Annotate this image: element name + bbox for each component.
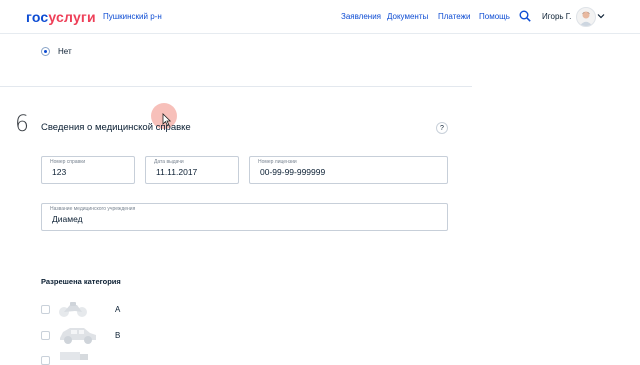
category-a-checkbox[interactable] [41, 305, 50, 314]
section-divider [0, 86, 472, 87]
certificate-number-label: Номер справки [50, 159, 86, 165]
mouse-cursor-icon [162, 113, 171, 126]
nav-documents[interactable]: Документы [387, 12, 428, 21]
issue-date-value: 11.11.2017 [156, 167, 198, 177]
issue-date-label: Дата выдачи [154, 159, 184, 165]
category-c-checkbox[interactable] [41, 356, 50, 365]
search-icon[interactable] [519, 10, 531, 22]
certificate-number-value: 123 [52, 167, 67, 177]
license-number-field[interactable]: Номер лицензии 00-99-99-999999 [249, 156, 448, 184]
issue-date-field[interactable]: Дата выдачи 11.11.2017 [145, 156, 239, 184]
avatar[interactable] [576, 7, 596, 27]
category-b-label: B [115, 331, 121, 340]
truck-icon [60, 352, 88, 360]
logo-part-uslugi: услуги [48, 9, 96, 25]
certificate-number-field[interactable]: Номер справки 123 [41, 156, 135, 184]
user-name[interactable]: Игорь Г. [542, 12, 571, 21]
nav-payments[interactable]: Платежи [438, 12, 470, 21]
category-b-checkbox[interactable] [41, 331, 50, 340]
category-title: Разрешена категория [41, 277, 121, 286]
institution-label: Название медицинского учреждения [50, 206, 136, 212]
category-a-label: A [115, 305, 121, 314]
nav-help[interactable]: Помощь [479, 12, 510, 21]
license-number-label: Номер лицензии [258, 159, 297, 165]
institution-value: Диамед [52, 214, 83, 224]
region-selector[interactable]: Пушкинский р-н [103, 12, 162, 21]
radio-no-label: Нет [58, 47, 72, 56]
chevron-down-icon[interactable] [597, 13, 605, 19]
top-header: госуслуги Пушкинский р-н Заявления Докум… [0, 0, 640, 34]
section-number: 6 [15, 112, 29, 137]
gosuslugi-logo[interactable]: госуслуги [26, 9, 96, 25]
user-avatar-icon [579, 11, 593, 26]
institution-field[interactable]: Название медицинского учреждения Диамед [41, 203, 448, 231]
license-number-value: 00-99-99-999999 [260, 167, 326, 177]
nav-applications[interactable]: Заявления [341, 12, 381, 21]
help-button[interactable]: ? [436, 122, 448, 134]
radio-no[interactable] [41, 47, 50, 56]
motorcycle-icon [59, 302, 87, 317]
logo-part-gos: гос [26, 9, 49, 25]
car-icon [60, 328, 96, 344]
